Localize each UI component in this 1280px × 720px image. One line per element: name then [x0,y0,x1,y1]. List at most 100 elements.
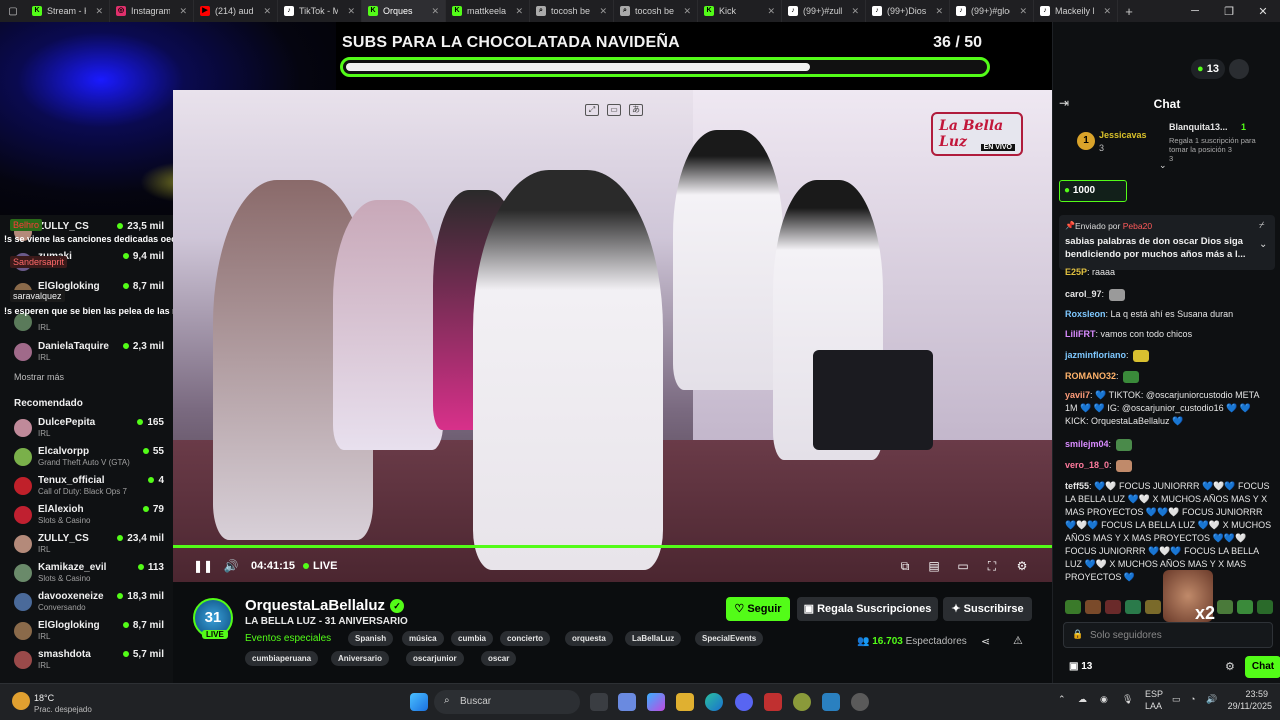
browser-tab[interactable]: ♪ TikTok - Mak ✕ [278,0,362,22]
browser-tab[interactable]: Kmattkeelan ✕ [446,0,530,22]
theater-mode-icon[interactable]: ▭ [955,558,971,574]
stream-tag[interactable]: orquesta [565,631,613,646]
store-app-icon[interactable] [618,693,636,711]
tab-close-icon[interactable]: ✕ [1019,6,1027,17]
sidebar-channel-row[interactable]: Elcalvorpp Grand Theft Auto V (GTA) 55 [12,444,164,470]
stream-tag[interactable]: oscar [481,651,517,666]
chat-username[interactable]: jazminfloriano [1065,350,1126,360]
clock-date[interactable]: 29/11/2025 [1222,701,1272,711]
tab-close-icon[interactable]: ✕ [851,6,859,17]
start-icon[interactable] [410,693,428,711]
tab-close-icon[interactable]: ✕ [683,6,691,17]
sidebar-channel-row[interactable]: ElAlexioh Slots & Casino 79 [12,502,164,528]
fullscreen-icon[interactable]: ⛶ [984,558,1000,574]
app-icon[interactable] [822,693,840,711]
close-window-icon[interactable]: ✕ [1246,0,1280,22]
volume-tray-icon[interactable]: 🔊 [1206,694,1217,705]
chat-username[interactable]: vero_18_0 [1065,460,1109,470]
sidebar-channel-row[interactable]: ElGlogloking IRL 8,7 mil [12,618,164,644]
clock-time[interactable]: 23:59 [1228,689,1268,699]
new-tab-button[interactable]: + [1118,4,1140,19]
clip-icon[interactable]: ⤢ [585,104,599,116]
stream-tag[interactable]: LaBellaLuz [625,631,682,646]
wifi-icon[interactable]: ◔ [1190,694,1195,704]
browser-tab[interactable]: ⌕ tocosh bene ✕ [614,0,698,22]
sidebar-channel-row[interactable]: DulcePepita IRL 165 [12,415,164,441]
emote[interactable] [1125,600,1141,614]
browser-tab[interactable]: ♪ (99+)#zully ✕ [782,0,866,22]
lang1[interactable]: ESP [1145,689,1163,699]
kicks-pill[interactable]: ● 1000 [1059,180,1127,202]
discord-icon[interactable] [735,693,753,711]
profile-avatar[interactable] [1229,59,1249,79]
chat-username[interactable]: E25P [1065,267,1087,277]
app-icon[interactable] [793,693,811,711]
tray-icon[interactable]: ☁ [1078,694,1087,705]
stream-tag[interactable]: cumbia [451,631,494,646]
copilot-icon[interactable] [647,693,665,711]
taskbar-search[interactable]: ⌕ Buscar [434,690,580,714]
tab-close-icon[interactable]: ✕ [767,6,775,17]
network-icon[interactable]: ▭ [1172,694,1181,705]
chat-username[interactable]: Roxsleon [1065,309,1106,319]
tab-close-icon[interactable]: ✕ [515,6,523,17]
tab-actions-icon[interactable]: ▢ [0,0,26,22]
report-icon[interactable]: ⚠ [1013,634,1023,647]
chat-username[interactable]: carol_97 [1065,289,1102,299]
edge-icon[interactable] [705,693,723,711]
browser-tab[interactable]: ◎ Instagram ✕ [110,0,194,22]
lang2[interactable]: LAA [1145,701,1162,711]
stream-tag[interactable]: oscarjunior [406,651,464,666]
sidebar-channel-row[interactable]: Kamikaze_evil Slots & Casino 113 [12,560,164,586]
chat-username[interactable]: smilejm04 [1065,439,1109,449]
pause-icon[interactable]: ❚❚ [193,558,213,574]
tab-close-icon[interactable]: ✕ [599,6,607,17]
browser-tab[interactable]: K Orques ✕ [362,0,446,22]
emote[interactable] [1237,600,1253,614]
tray-icon[interactable]: ◉ [1100,694,1108,705]
tab-close-icon[interactable]: ✕ [347,6,355,17]
stream-tag[interactable]: Spanish [348,631,394,646]
tab-close-icon[interactable]: ✕ [431,6,439,17]
tab-close-icon[interactable]: ✕ [935,6,943,17]
follow-button[interactable]: ♡ Seguir [726,597,790,621]
sidebar-channel-row[interactable]: ZULLY_CS IRL 23,4 mil [12,531,164,557]
tab-close-icon[interactable]: ✕ [179,6,187,17]
browser-tab[interactable]: ⌕ tocosh bene ✕ [530,0,614,22]
browser-tab[interactable]: ♪ (99+)#glogl ✕ [950,0,1034,22]
browser-tab[interactable]: ♪ (99+)Dios m ✕ [866,0,950,22]
video-player[interactable]: ⤢ ▭ あ La Bella Luz EN VIVO ❚❚ 🔊 04:41:15… [173,90,1052,582]
expand-pinned-icon[interactable]: ⌄ [1259,239,1267,250]
chat-username[interactable]: yavii7 [1065,390,1090,400]
chat-input[interactable]: 🔒 Solo seguidores [1063,622,1273,648]
sidebar-channel-row[interactable]: DanielaTaquire IRL 2,3 mil [12,339,164,365]
emote[interactable] [1217,600,1233,614]
send-chat-button[interactable]: Chat [1245,656,1280,678]
browser-tab[interactable]: ▶ (214) audio ✕ [194,0,278,22]
sidebar-channel-row[interactable]: smashdota IRL 5,7 mil [12,647,164,673]
file-explorer-icon[interactable] [676,693,694,711]
settings-icon[interactable]: ⚙ [1014,558,1030,574]
subscribe-button[interactable]: ✦ Suscribirse [943,597,1032,621]
tab-close-icon[interactable]: ✕ [95,6,103,17]
stream-tag[interactable]: música [402,631,444,646]
browser-tab[interactable]: K Stream - Kic ✕ [26,0,110,22]
browser-tab[interactable]: ♪ Mackeily Lu ✕ [1034,0,1118,22]
sidebar-channel-row[interactable]: Tenux_official Call of Duty: Black Ops 7 4 [12,473,164,499]
emote[interactable] [1145,600,1161,614]
tab-close-icon[interactable]: ✕ [263,6,271,17]
translate-icon[interactable]: あ [629,104,643,116]
stream-category[interactable]: Eventos especiales [245,633,331,644]
tab-close-icon[interactable]: ✕ [1103,6,1111,17]
gift-subs-button[interactable]: ▣ Regala Suscripciones [797,597,938,621]
chat-username[interactable]: LiliFRT [1065,329,1096,339]
tray-overflow-icon[interactable]: ⌃ [1058,694,1066,705]
video-progress-bar[interactable] [173,545,1052,548]
restore-icon[interactable]: ❐ [1212,0,1246,22]
browser-tab[interactable]: K Kick ✕ [698,0,782,22]
chat-username[interactable]: teff55 [1065,481,1089,491]
minimize-icon[interactable]: ─ [1178,0,1212,22]
stream-tag[interactable]: cumbiaperuana [245,651,319,666]
share-icon[interactable]: ⋖ [981,635,990,648]
chat-username[interactable]: ROMANO32 [1065,371,1116,381]
